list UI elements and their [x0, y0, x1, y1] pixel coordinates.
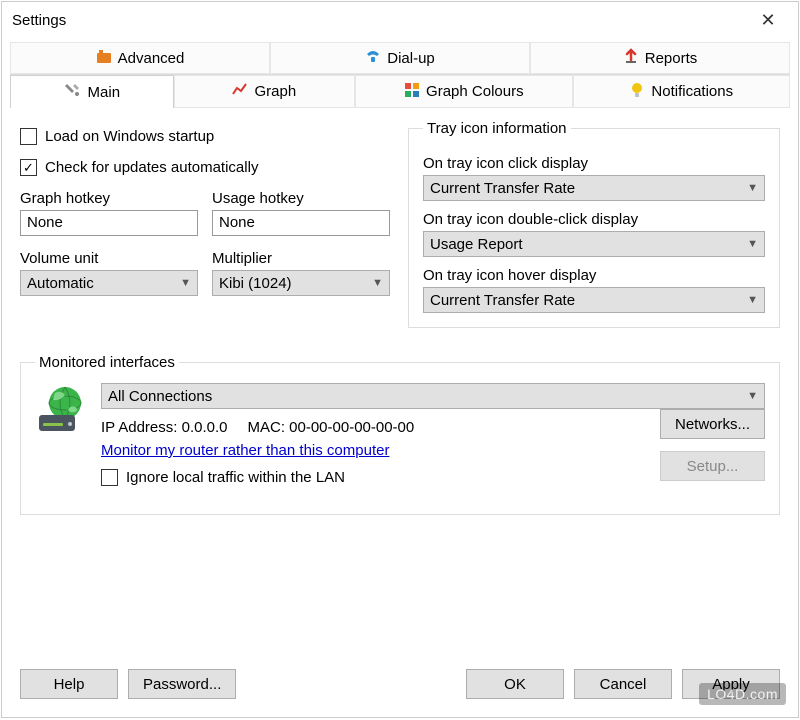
mac-address: MAC: 00-00-00-00-00-00 [247, 419, 414, 436]
multiplier-label: Multiplier [212, 250, 390, 267]
tray-hover-combo[interactable]: Current Transfer Rate ▼ [423, 287, 765, 313]
tray-dblclick-combo[interactable]: Usage Report ▼ [423, 231, 765, 257]
network-globe-icon [35, 383, 89, 437]
monitored-interfaces-group: Monitored interfaces [20, 354, 780, 515]
chevron-down-icon: ▼ [372, 277, 383, 289]
window-title: Settings [12, 12, 748, 29]
volume-unit-label: Volume unit [20, 250, 198, 267]
tab-dialup[interactable]: Dial-up [270, 42, 530, 74]
colours-icon [404, 82, 420, 102]
usage-hotkey-label: Usage hotkey [212, 190, 390, 207]
tab-label: Notifications [651, 83, 733, 100]
monitor-router-link[interactable]: Monitor my router rather than this compu… [101, 442, 389, 459]
checkbox-icon [20, 159, 37, 176]
ok-button[interactable]: OK [466, 669, 564, 699]
tray-icon-group: Tray icon information On tray icon click… [408, 120, 780, 328]
checkbox-icon [101, 469, 118, 486]
tab-label: Graph [254, 83, 296, 100]
connection-combo[interactable]: All Connections ▼ [101, 383, 765, 409]
combo-value: Usage Report [430, 236, 523, 253]
chevron-down-icon: ▼ [747, 182, 758, 194]
tab-advanced[interactable]: Advanced [10, 42, 270, 74]
tray-legend: Tray icon information [423, 120, 571, 137]
monitored-legend: Monitored interfaces [35, 354, 179, 371]
tab-label: Advanced [118, 50, 185, 67]
tab-label: Main [88, 84, 121, 101]
chevron-down-icon: ▼ [747, 390, 758, 402]
tray-click-label: On tray icon click display [423, 155, 765, 172]
checkbox-label: Load on Windows startup [45, 128, 214, 145]
combo-value: Current Transfer Rate [430, 292, 575, 309]
load-on-startup-checkbox[interactable]: Load on Windows startup [20, 128, 390, 145]
tab-main[interactable]: Main [10, 75, 174, 108]
dialup-icon [365, 48, 381, 68]
apply-button[interactable]: Apply [682, 669, 780, 699]
usage-hotkey-input[interactable]: None [212, 210, 390, 236]
volume-unit-combo[interactable]: Automatic ▼ [20, 270, 198, 296]
combo-value: Current Transfer Rate [430, 180, 575, 197]
tab-notifications[interactable]: Notifications [573, 75, 790, 108]
chevron-down-icon: ▼ [747, 294, 758, 306]
multiplier-combo[interactable]: Kibi (1024) ▼ [212, 270, 390, 296]
tab-graph[interactable]: Graph [174, 75, 356, 108]
checkbox-icon [20, 128, 37, 145]
tools-icon [64, 81, 82, 103]
chevron-down-icon: ▼ [747, 238, 758, 250]
chevron-down-icon: ▼ [180, 277, 191, 289]
checkbox-label: Check for updates automatically [45, 159, 258, 176]
graph-hotkey-label: Graph hotkey [20, 190, 198, 207]
close-icon[interactable]: ✕ [748, 10, 788, 31]
tab-label: Dial-up [387, 50, 435, 67]
setup-button[interactable]: Setup... [660, 451, 765, 481]
tab-label: Reports [645, 50, 698, 67]
combo-value: All Connections [108, 388, 212, 405]
reports-icon [623, 48, 639, 68]
help-button[interactable]: Help [20, 669, 118, 699]
graph-icon [232, 82, 248, 102]
ignore-lan-checkbox[interactable]: Ignore local traffic within the LAN [101, 469, 648, 486]
tab-label: Graph Colours [426, 83, 524, 100]
bulb-icon [629, 82, 645, 102]
networks-button[interactable]: Networks... [660, 409, 765, 439]
graph-hotkey-input[interactable]: None [20, 210, 198, 236]
password-button[interactable]: Password... [128, 669, 236, 699]
checkbox-label: Ignore local traffic within the LAN [126, 469, 345, 486]
cancel-button[interactable]: Cancel [574, 669, 672, 699]
check-updates-checkbox[interactable]: Check for updates automatically [20, 159, 390, 176]
tab-reports[interactable]: Reports [530, 42, 790, 74]
tray-dblclick-label: On tray icon double-click display [423, 211, 765, 228]
tab-graph-colours[interactable]: Graph Colours [355, 75, 572, 108]
tray-hover-label: On tray icon hover display [423, 267, 765, 284]
ip-address: IP Address: 0.0.0.0 [101, 419, 227, 436]
combo-value: Automatic [27, 275, 94, 292]
advanced-icon [96, 48, 112, 68]
combo-value: Kibi (1024) [219, 275, 292, 292]
tray-click-combo[interactable]: Current Transfer Rate ▼ [423, 175, 765, 201]
